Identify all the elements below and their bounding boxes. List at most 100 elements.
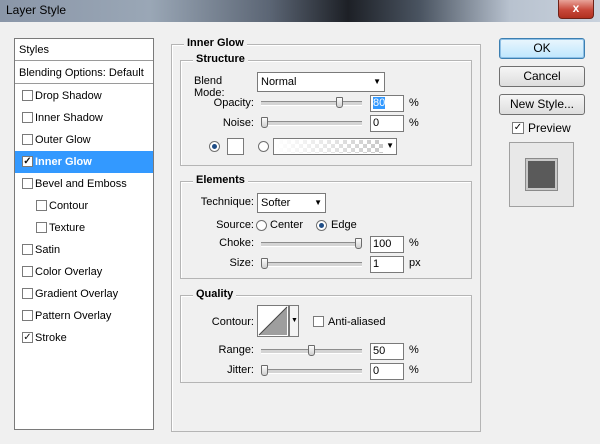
style-item-checkbox[interactable]	[22, 90, 33, 101]
style-item-label: Satin	[35, 244, 61, 256]
style-item-gradient-overlay[interactable]: Gradient Overlay	[15, 283, 153, 305]
choke-slider-thumb[interactable]	[355, 238, 362, 249]
jitter-input[interactable]: 0	[370, 363, 404, 380]
style-item-checkbox[interactable]	[36, 200, 47, 211]
technique-label: Technique:	[200, 196, 254, 208]
jitter-slider-thumb[interactable]	[261, 365, 268, 376]
style-item-checkbox[interactable]	[22, 244, 33, 255]
style-item-inner-shadow[interactable]: Inner Shadow	[15, 107, 153, 129]
solid-color-radio[interactable]	[209, 141, 220, 152]
size-input[interactable]: 1	[370, 256, 404, 273]
source-center-radio[interactable]	[256, 220, 267, 231]
new-style-button[interactable]: New Style...	[499, 94, 585, 115]
choke-label: Choke:	[219, 237, 254, 249]
glow-color-swatch[interactable]	[227, 138, 244, 155]
source-edge-label: Edge	[331, 219, 357, 231]
chevron-down-icon: ▼	[373, 77, 381, 86]
choke-input[interactable]: 100	[370, 236, 404, 253]
preview-checkbox[interactable]: ✓	[512, 122, 524, 134]
style-item-label: Gradient Overlay	[35, 288, 119, 300]
gradient-radio[interactable]	[258, 141, 269, 152]
blend-mode-label: Blend Mode:	[194, 75, 225, 99]
technique-select[interactable]: Softer ▼	[257, 193, 326, 213]
style-item-label: Bevel and Emboss	[35, 178, 127, 190]
range-slider-thumb[interactable]	[308, 345, 315, 356]
contour-label: Contour:	[211, 316, 254, 328]
style-item-checkbox[interactable]	[22, 310, 33, 321]
chevron-down-icon: ▼	[291, 317, 298, 324]
range-label: Range:	[218, 344, 254, 356]
range-slider[interactable]	[261, 345, 362, 356]
style-item-label: Contour	[49, 200, 89, 212]
inner-glow-title: Inner Glow	[184, 37, 247, 49]
noise-slider[interactable]	[261, 117, 362, 128]
opacity-input[interactable]: 80	[370, 95, 404, 112]
range-percent: %	[409, 344, 419, 356]
contour-dropdown-button[interactable]: ▼	[289, 305, 299, 337]
style-item-color-overlay[interactable]: Color Overlay	[15, 261, 153, 283]
jitter-label: Jitter:	[227, 364, 254, 376]
noise-label: Noise:	[222, 117, 254, 129]
style-item-label: Color Overlay	[35, 266, 103, 278]
source-center-label: Center	[270, 219, 304, 231]
style-item-bevel-and-emboss[interactable]: Bevel and Emboss	[15, 173, 153, 195]
blending-options-item[interactable]: Blending Options: Default	[15, 62, 153, 84]
close-button[interactable]: x	[558, 0, 594, 19]
style-item-label: Texture	[49, 222, 86, 234]
style-item-label: Drop Shadow	[35, 90, 102, 102]
jitter-percent: %	[409, 364, 419, 376]
size-slider[interactable]	[261, 258, 362, 269]
opacity-slider[interactable]	[261, 97, 362, 108]
style-item-checkbox[interactable]	[22, 266, 33, 277]
size-slider-thumb[interactable]	[261, 258, 268, 269]
ok-button[interactable]: OK	[499, 38, 585, 59]
noise-slider-thumb[interactable]	[261, 117, 268, 128]
technique-value: Softer	[261, 197, 291, 209]
style-item-checkbox[interactable]	[22, 112, 33, 123]
gradient-picker[interactable]: ▼	[273, 138, 397, 155]
style-item-drop-shadow[interactable]: Drop Shadow	[15, 85, 153, 107]
jitter-slider[interactable]	[261, 365, 362, 376]
style-preview	[509, 142, 574, 207]
style-item-label: Inner Shadow	[35, 112, 103, 124]
structure-title: Structure	[193, 53, 248, 65]
opacity-slider-thumb[interactable]	[336, 97, 343, 108]
style-item-stroke[interactable]: ✓ Stroke	[15, 327, 153, 349]
style-item-outer-glow[interactable]: Outer Glow	[15, 129, 153, 151]
chevron-down-icon: ▼	[386, 141, 394, 150]
blend-mode-select[interactable]: Normal ▼	[257, 72, 385, 92]
quality-title: Quality	[193, 288, 237, 300]
style-item-label: Outer Glow	[35, 134, 91, 146]
anti-aliased-checkbox[interactable]	[313, 316, 324, 327]
choke-slider[interactable]	[261, 238, 362, 249]
style-item-satin[interactable]: Satin	[15, 239, 153, 261]
elements-title: Elements	[193, 174, 248, 186]
style-item-pattern-overlay[interactable]: Pattern Overlay	[15, 305, 153, 327]
source-edge-radio[interactable]	[316, 220, 327, 231]
title-bar: Layer Style	[0, 0, 600, 22]
opacity-value: 80	[373, 97, 386, 109]
window-title: Layer Style	[6, 3, 67, 17]
styles-list: Styles Blending Options: Default Drop Sh…	[14, 38, 154, 430]
blend-mode-value: Normal	[261, 76, 297, 88]
style-item-checkbox[interactable]	[22, 178, 33, 189]
preview-label: Preview	[528, 121, 571, 135]
cancel-button[interactable]: Cancel	[499, 66, 585, 87]
range-input[interactable]: 50	[370, 343, 404, 360]
style-item-label: Inner Glow	[35, 156, 92, 168]
style-item-checkbox[interactable]	[36, 222, 47, 233]
size-label: Size:	[229, 257, 254, 269]
style-item-contour[interactable]: Contour	[15, 195, 153, 217]
style-item-checkbox[interactable]: ✓	[22, 156, 33, 167]
styles-header[interactable]: Styles	[15, 39, 153, 61]
style-item-inner-glow[interactable]: ✓ Inner Glow	[15, 151, 153, 173]
anti-aliased-label: Anti-aliased	[328, 316, 386, 328]
style-item-checkbox[interactable]	[22, 288, 33, 299]
noise-input[interactable]: 0	[370, 115, 404, 132]
style-item-texture[interactable]: Texture	[15, 217, 153, 239]
contour-picker[interactable]	[257, 305, 289, 337]
style-item-checkbox[interactable]: ✓	[22, 332, 33, 343]
contour-linear-icon	[258, 306, 288, 336]
choke-percent: %	[409, 237, 419, 249]
style-item-checkbox[interactable]	[22, 134, 33, 145]
